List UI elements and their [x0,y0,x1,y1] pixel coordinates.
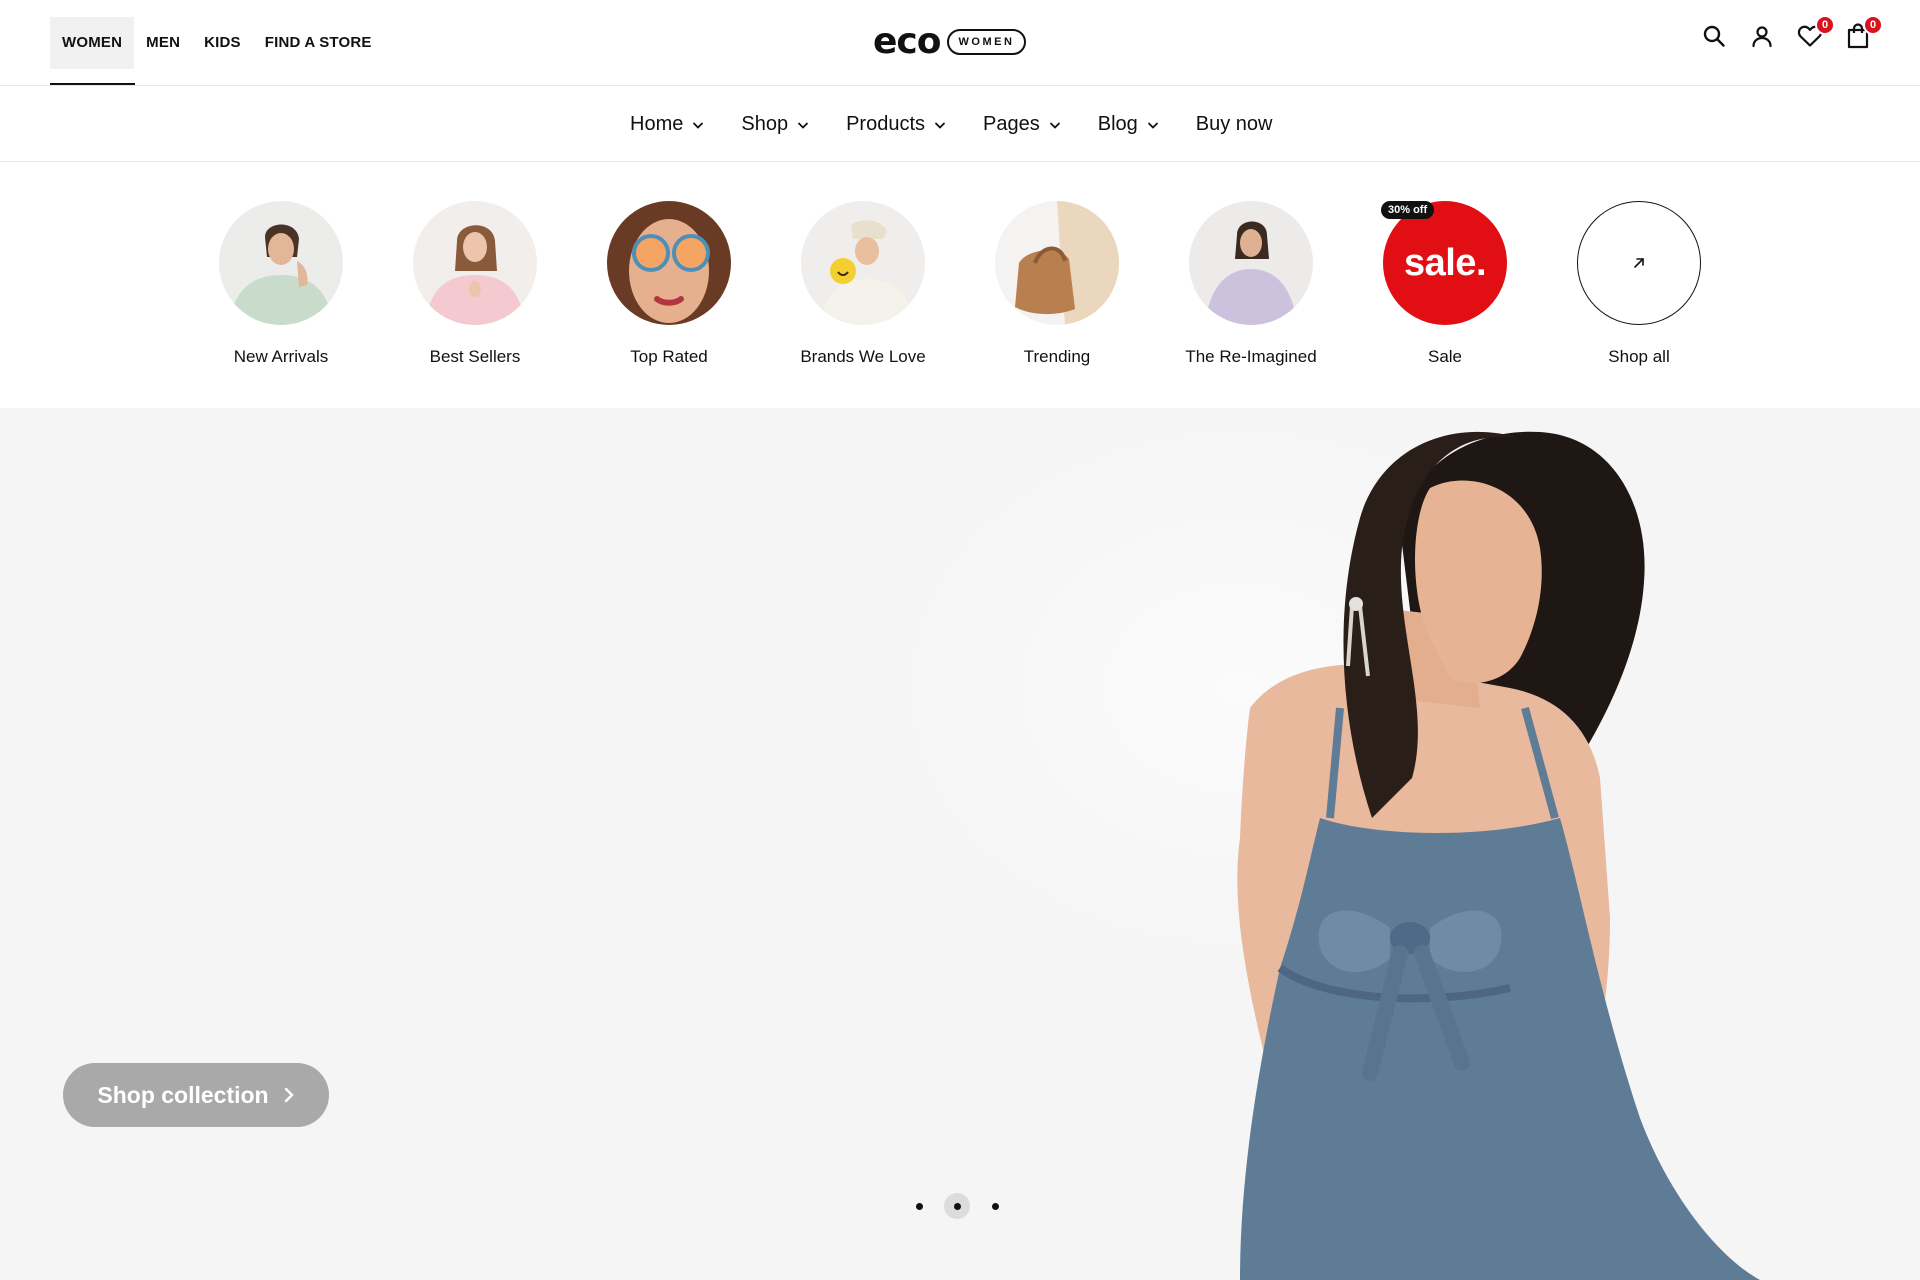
sale-circle: sale. 30% off [1381,201,1507,325]
user-icon [1752,26,1772,48]
wishlist-count-badge: 0 [1815,15,1835,35]
category-image [607,201,731,325]
category-image [995,201,1119,325]
chevron-down-icon [1147,121,1158,129]
category-label: The Re-Imagined [1185,347,1317,366]
main-nav-list: Home Shop Products Pages Blog Buy now [630,87,1272,162]
gender-tab-kids[interactable]: KIDS [192,17,253,69]
cart-button[interactable]: 0 [1844,15,1883,50]
category-label: Trending [1023,347,1091,366]
chevron-down-icon [1049,121,1060,129]
main-nav: Home Shop Products Pages Blog Buy now [0,87,1920,162]
nav-item-label: Products [846,113,926,135]
site-logo[interactable]: eco WOMEN [873,21,1027,62]
category-new-arrivals[interactable]: New Arrivals [181,201,381,367]
nav-item-shop[interactable]: Shop [741,113,810,136]
shop-all-circle [1577,201,1701,325]
category-trending[interactable]: Trending [957,201,1157,367]
logo-wordmark: eco [873,21,941,62]
category-label: New Arrivals [233,347,329,366]
category-label: Top Rated [630,347,708,366]
active-tab-underline [50,83,135,85]
chevron-down-icon [797,121,809,129]
gender-tab-women[interactable]: WOMEN [50,17,135,69]
top-header: WOMEN MEN KIDS FIND A STORE eco WOMEN 0 … [0,0,1920,86]
nav-item-buy-now[interactable]: Buy now [1196,113,1273,136]
category-image [219,201,343,325]
gender-tab-men[interactable]: MEN [134,17,192,69]
category-image [1189,201,1313,325]
discount-badge: 30% off [1381,201,1435,219]
slide-dot-2[interactable] [944,1193,970,1219]
gender-nav: WOMEN MEN KIDS FIND A STORE [50,17,384,69]
nav-item-label: Home [630,113,684,135]
arrow-up-right-icon [1634,258,1644,268]
chevron-down-icon [693,121,704,129]
search-icon [1703,25,1725,47]
category-image [801,201,925,325]
category-sale[interactable]: sale. 30% off Sale [1345,201,1545,367]
header-actions: 0 0 [1700,15,1883,50]
slider-pagination [906,1193,1008,1219]
find-a-store-link[interactable]: FIND A STORE [253,17,384,69]
category-strip: New Arrivals Best Sellers Top Rated Bran… [0,163,1920,408]
account-button[interactable] [1748,22,1776,50]
cart-count-badge: 0 [1863,15,1883,35]
wishlist-button[interactable]: 0 [1796,15,1835,50]
category-label: Best Sellers [429,347,521,366]
nav-item-label: Shop [741,113,789,135]
hero-slider: Shop collection [0,408,1920,1280]
nav-item-label: Pages [983,113,1040,135]
nav-item-label: Buy now [1195,113,1273,135]
category-re-imagined[interactable]: The Re-Imagined [1151,201,1351,367]
category-label: Sale [1427,347,1463,366]
cta-label: Shop collection [97,1081,269,1108]
hero-model-image [1237,431,1760,1280]
category-image [413,201,537,325]
sale-circle-text: sale. [1403,241,1487,284]
nav-item-label: Blog [1097,113,1138,135]
category-label: Shop all [1608,347,1670,366]
slide-dot-3[interactable] [982,1193,1008,1219]
chevron-down-icon [934,121,946,129]
shop-collection-button[interactable]: Shop collection [63,1063,329,1127]
slide-dot-1[interactable] [906,1193,932,1219]
dot [991,1202,999,1210]
nav-item-pages[interactable]: Pages [983,113,1062,136]
category-brands-we-love[interactable]: Brands We Love [763,201,963,367]
category-label: Brands We Love [800,347,926,366]
category-top-rated[interactable]: Top Rated [569,201,769,367]
dot [915,1202,923,1210]
nav-item-blog[interactable]: Blog [1098,113,1160,136]
chevron-right-icon [284,1087,294,1103]
dot [953,1202,961,1210]
search-button[interactable] [1700,22,1728,50]
category-shop-all[interactable]: Shop all [1539,201,1739,367]
logo-women-tag: WOMEN [946,29,1027,55]
nav-item-home[interactable]: Home [630,113,705,136]
nav-item-products[interactable]: Products [846,113,947,136]
category-best-sellers[interactable]: Best Sellers [375,201,575,367]
